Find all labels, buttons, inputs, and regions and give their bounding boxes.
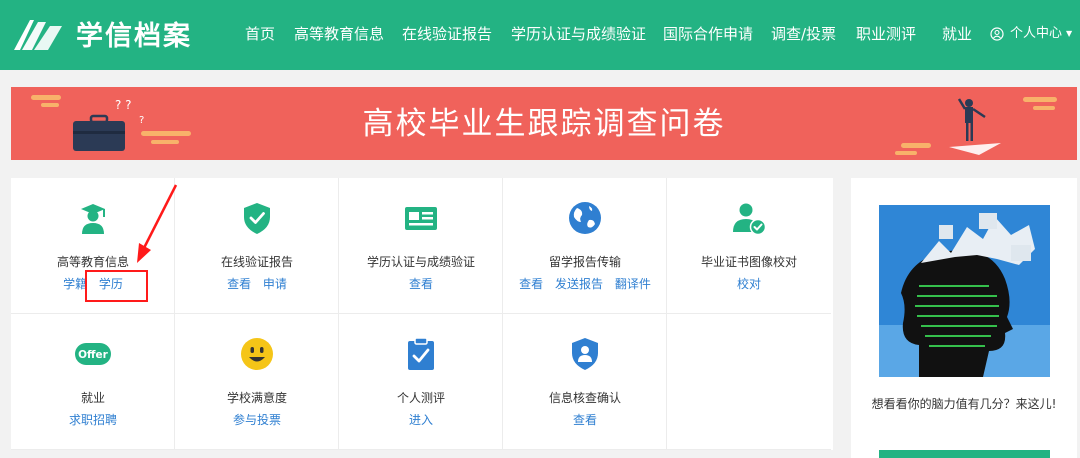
brain-puzzle-image[interactable] <box>879 205 1050 377</box>
link-view-certification[interactable]: 查看 <box>409 277 433 291</box>
brand-name[interactable]: 学信档案 <box>76 20 192 54</box>
link-student-status[interactable]: 学籍 <box>63 277 87 291</box>
link-send-report[interactable]: 发送报告 <box>555 277 603 291</box>
service-employment: Offer 就业 求职招聘 <box>11 314 175 450</box>
service-title: 个人测评 <box>396 391 445 405</box>
shield-check-icon[interactable] <box>239 200 275 236</box>
service-online-report: 在线验证报告 查看 申请 <box>175 178 339 314</box>
clipboard-check-icon[interactable] <box>403 336 439 372</box>
nav-employment[interactable]: 就业 <box>942 24 972 44</box>
service-title: 学校满意度 <box>226 391 287 405</box>
nav-home[interactable]: 首页 <box>245 24 275 44</box>
service-school-satisfaction: 学校满意度 参与投票 <box>175 314 339 450</box>
service-title: 高等教育信息 <box>56 255 129 269</box>
service-diploma-image-check: 毕业证书图像校对 校对 <box>667 178 831 314</box>
smiley-icon[interactable] <box>239 336 275 372</box>
services-panel: 高等教育信息 学籍 学历 在线验证报告 查看 申请 学历认证与成绩验证 查看 留… <box>11 178 833 450</box>
link-vote[interactable]: 参与投票 <box>233 413 281 427</box>
user-center-menu[interactable]: 个人中心 ▼ <box>990 24 1072 44</box>
brain-test-text: 想看看你的脑力值有几分？来这儿! <box>871 397 1057 411</box>
id-card-icon[interactable] <box>403 200 439 236</box>
user-center-label: 个人中心 <box>1010 26 1063 41</box>
link-view-verification[interactable]: 查看 <box>573 413 597 427</box>
link-proofread[interactable]: 校对 <box>737 277 761 291</box>
service-title: 学历认证与成绩验证 <box>366 255 475 269</box>
logo-icon[interactable] <box>12 16 64 52</box>
service-title: 毕业证书图像校对 <box>700 255 797 269</box>
service-title: 留学报告传输 <box>548 255 621 269</box>
offer-icon[interactable]: Offer <box>75 336 111 372</box>
user-check-icon[interactable] <box>731 200 767 236</box>
service-title: 信息核查确认 <box>548 391 621 405</box>
brain-test-card[interactable]: 想看看你的脑力值有几分？来这儿! <box>851 178 1077 458</box>
service-degree-certification: 学历认证与成绩验证 查看 <box>339 178 503 314</box>
nav-career-test[interactable]: 职业测评 <box>856 24 916 44</box>
nav-online-report[interactable]: 在线验证报告 <box>402 24 492 44</box>
user-shield-icon[interactable] <box>567 336 603 372</box>
link-view-report[interactable]: 查看 <box>227 277 251 291</box>
user-icon <box>990 27 1004 41</box>
link-enter[interactable]: 进入 <box>409 413 433 427</box>
link-apply-report[interactable]: 申请 <box>263 277 287 291</box>
survey-banner[interactable]: ? ? ? 高校毕业生跟踪调查问卷 <box>11 87 1077 160</box>
nav-degree-certification[interactable]: 学历认证与成绩验证 <box>511 24 646 44</box>
chevron-down-icon: ▼ <box>1066 29 1073 38</box>
service-study-abroad-report: 留学报告传输 查看 发送报告 翻译件 <box>503 178 667 314</box>
banner-title: 高校毕业生跟踪调查问卷 <box>362 106 726 142</box>
service-title: 在线验证报告 <box>220 255 293 269</box>
service-title: 就业 <box>80 391 105 405</box>
link-view-abroad[interactable]: 查看 <box>519 277 543 291</box>
service-info-verification: 信息核查确认 查看 <box>503 314 667 450</box>
nav-higher-education[interactable]: 高等教育信息 <box>294 24 384 44</box>
nav-survey-vote[interactable]: 调查/投票 <box>771 24 836 44</box>
nav-international[interactable]: 国际合作申请 <box>663 24 753 44</box>
graduate-icon[interactable] <box>75 200 111 236</box>
offer-badge-text: Offer <box>78 349 109 361</box>
service-empty-slot <box>667 314 831 450</box>
brain-test-button[interactable] <box>879 450 1050 458</box>
link-translation[interactable]: 翻译件 <box>615 277 651 291</box>
globe-icon[interactable] <box>567 200 603 236</box>
highlight-box <box>85 270 148 302</box>
top-header: 学信档案 首页 高等教育信息 在线验证报告 学历认证与成绩验证 国际合作申请 调… <box>0 0 1080 70</box>
link-job-hunting[interactable]: 求职招聘 <box>69 413 117 427</box>
service-personal-assessment: 个人测评 进入 <box>339 314 503 450</box>
